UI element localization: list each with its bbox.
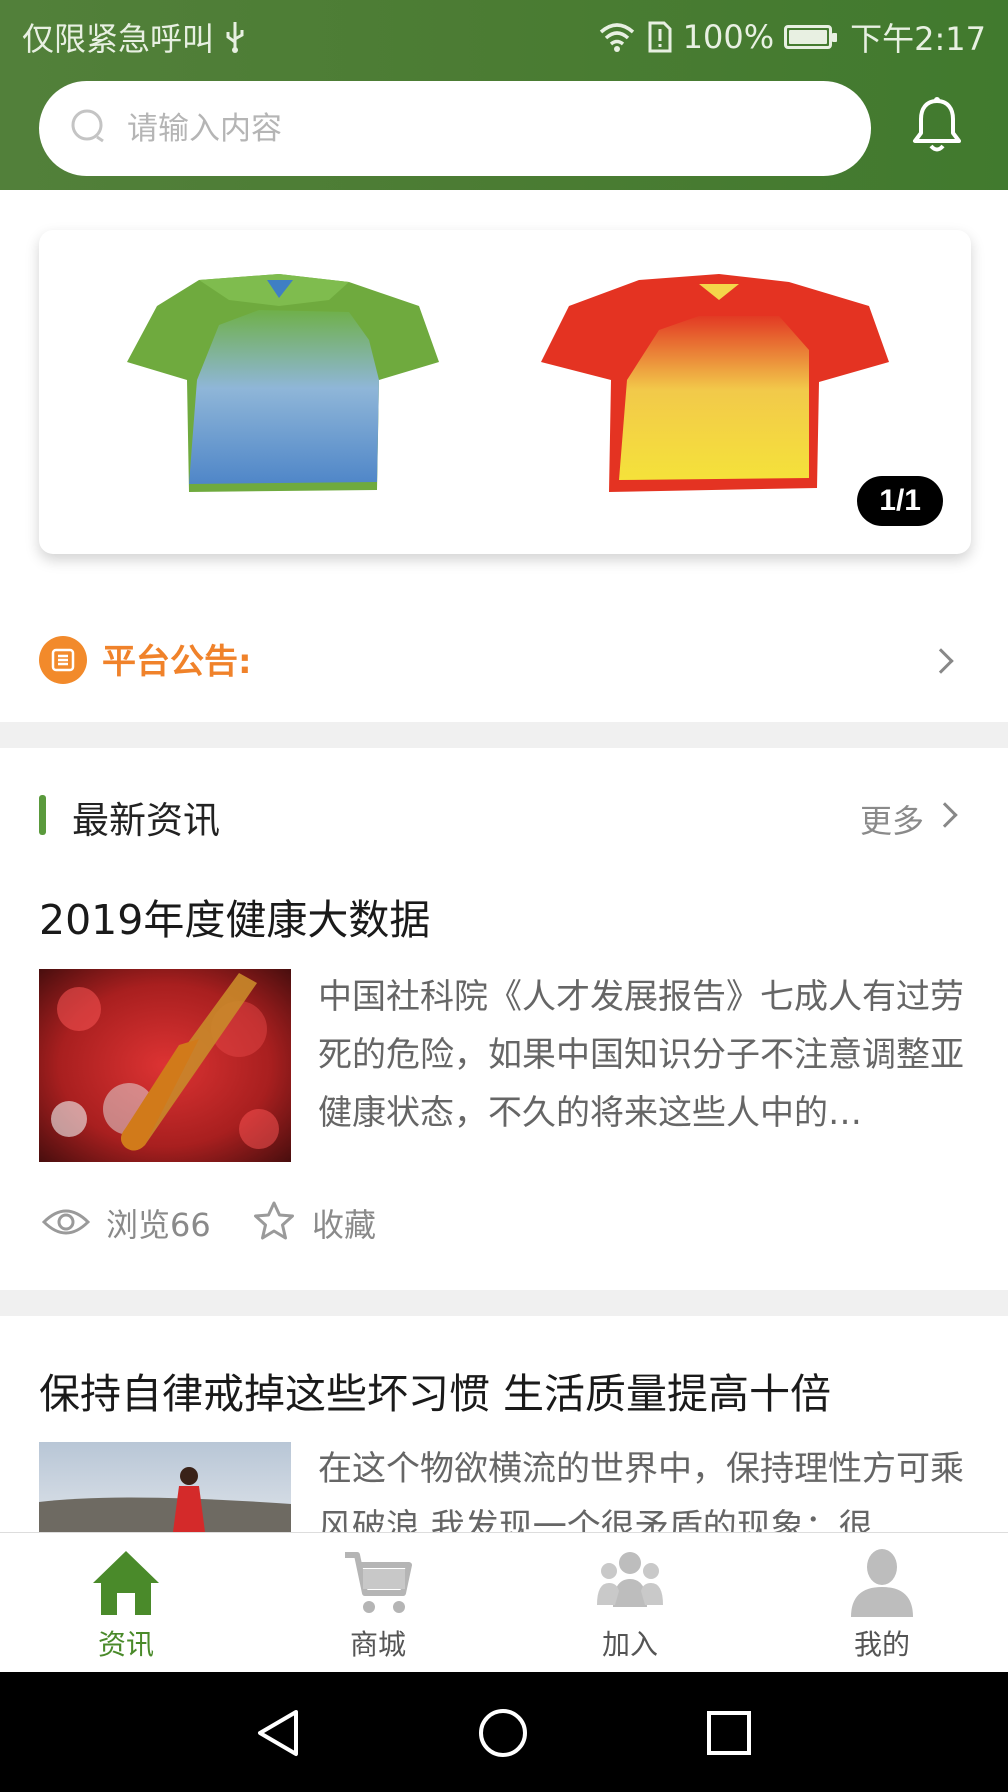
bell-icon[interactable] [906,95,968,157]
notice-bar[interactable]: 平台公告: [0,610,1008,710]
chevron-right-icon [928,648,954,674]
battery-icon [784,25,838,49]
tab-label: 我的 [853,1628,910,1661]
article-summary: 在这个物欲横流的世界中，保持理性方可乘风破浪.我发现一个很矛盾的现象：很 [318,1449,964,1532]
section-divider [0,1290,1008,1316]
article-thumbnail[interactable] [39,1442,291,1532]
back-icon[interactable] [256,1708,302,1758]
search-icon [71,109,104,142]
group-icon [597,1552,663,1607]
eye-icon [42,1209,90,1235]
usb-icon [226,22,244,53]
section-title: 最新资讯 [72,799,220,842]
search-input[interactable] [127,110,767,147]
bottom-tab-bar: 资讯 商城 加入 我的 [0,1532,1008,1672]
home-icon [93,1551,159,1615]
section-divider [0,722,1008,748]
sim-alert-icon [648,21,672,53]
tab-join[interactable]: 加入 [560,1533,700,1673]
banner-carousel[interactable]: 1/1 [39,230,971,554]
tab-label: 加入 [601,1628,658,1661]
status-bar: 仅限紧急呼叫 100% 下午2:17 [0,0,1008,70]
star-icon[interactable] [252,1200,296,1242]
chevron-right-icon[interactable] [932,802,958,828]
article-title[interactable]: 保持自律戒掉这些坏习惯 生活质量提高十倍 [39,1360,831,1420]
tab-label: 资讯 [97,1628,154,1661]
view-count: 浏览66 [106,1206,211,1244]
favorite-label[interactable]: 收藏 [312,1200,376,1246]
tab-mall[interactable]: 商城 [308,1533,448,1673]
article-summary: 中国社科院《人才发展报告》七成人有过劳死的危险，如果中国知识分子不注意调整亚健康… [318,977,964,1133]
more-link[interactable]: 更多 [860,796,924,842]
cart-icon [345,1552,412,1613]
tab-label: 商城 [349,1628,406,1661]
section-accent-bar [39,795,46,835]
carousel-pager: 1/1 [857,476,943,526]
article-thumbnail[interactable] [39,969,291,1162]
battery-percent: 100% [682,18,775,56]
notice-label: 平台公告: [102,642,252,682]
clock: 下午2:17 [850,20,986,58]
carrier-text: 仅限紧急呼叫 [22,20,215,58]
banner-image [127,274,889,492]
tab-me[interactable]: 我的 [812,1533,952,1673]
recents-icon[interactable] [706,1710,752,1756]
user-icon [851,1549,913,1617]
tab-news[interactable]: 资讯 [56,1533,196,1673]
home-button-icon[interactable] [478,1708,528,1758]
system-nav-bar [0,1672,1008,1792]
article-title[interactable]: 2019年度健康大数据 [39,886,430,946]
app-header: 仅限紧急呼叫 100% 下午2:17 [0,0,1008,190]
wifi-icon [599,23,634,52]
search-bar[interactable] [39,81,871,176]
list-icon [39,636,87,684]
